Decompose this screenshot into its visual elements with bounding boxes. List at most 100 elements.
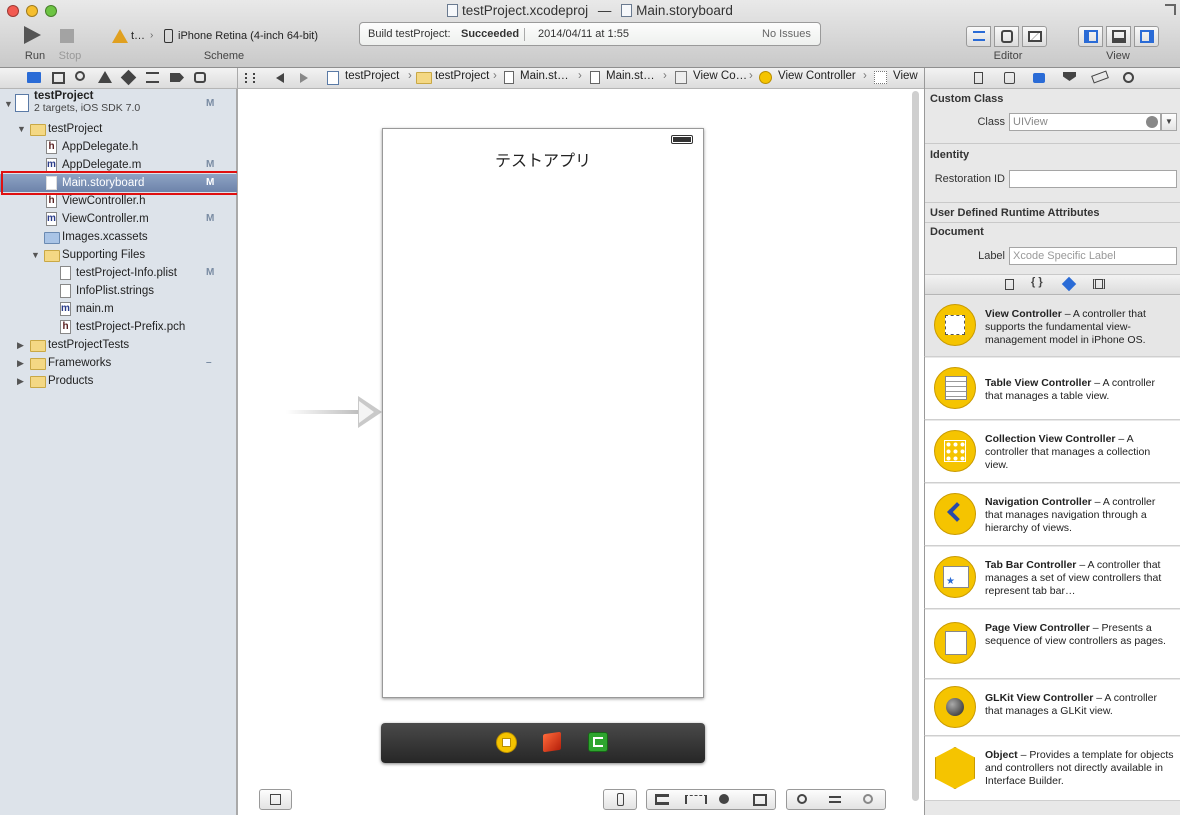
nav-row-group-testproject[interactable]: ▼ testProject — [0, 120, 237, 138]
identity-inspector-icon[interactable] — [1033, 73, 1045, 83]
document-label-field[interactable]: Xcode Specific Label — [1009, 247, 1177, 265]
restoration-id-field[interactable] — [1009, 170, 1177, 188]
jumpbar-item-storyboard[interactable]: Main.st… — [606, 70, 655, 82]
nav-row-info-plist[interactable]: testProject-Info.plist M — [0, 264, 237, 282]
scene-title-label[interactable]: テストアプリ — [383, 147, 703, 171]
nav-row-prefix-pch[interactable]: h testProject-Prefix.pch — [0, 318, 237, 336]
disclosure-open-icon[interactable]: ▼ — [4, 95, 13, 113]
toggle-utilities-button[interactable] — [1134, 26, 1159, 47]
document-outline-toggle[interactable] — [259, 789, 292, 810]
connections-inspector-icon[interactable] — [1123, 72, 1134, 83]
toggle-debug-area-button[interactable] — [1106, 26, 1131, 47]
pin-icon[interactable] — [685, 795, 707, 804]
nav-row-infoplist-strings[interactable]: InfoPlist.strings — [0, 282, 237, 300]
nav-row-testprojecttests[interactable]: ▶ testProjectTests — [0, 336, 237, 354]
nav-row-supporting-files[interactable]: ▼ Supporting Files — [0, 246, 237, 264]
exit-icon[interactable] — [588, 732, 608, 752]
library-item[interactable]: Page View Controller – Presents a sequen… — [924, 610, 1180, 679]
simulated-metrics-button[interactable] — [603, 789, 637, 810]
library-item[interactable]: Collection View Controller – A controlle… — [924, 421, 1180, 483]
nav-row-appdelegate-h[interactable]: h AppDelegate.h — [0, 138, 237, 156]
nav-row-main-m[interactable]: m main.m — [0, 300, 237, 318]
document-label-label: Label — [978, 250, 1005, 262]
library-item[interactable]: ★ Tab Bar Controller – A controller that… — [924, 547, 1180, 609]
fullscreen-icon[interactable] — [1165, 4, 1176, 15]
class-dropdown-chevron-icon[interactable]: ▼ — [1161, 113, 1177, 131]
forward-arrow-icon[interactable] — [300, 73, 308, 83]
object-library-icon[interactable] — [1061, 276, 1077, 292]
activity-status: Build testProject: Succeeded 2014/04/11 … — [359, 22, 821, 46]
implementation-file-icon: m — [46, 158, 57, 172]
status-issues[interactable]: No Issues — [762, 28, 811, 40]
view-controller-icon[interactable] — [496, 732, 517, 753]
nav-row-viewcontroller-m[interactable]: m ViewController.m M — [0, 210, 237, 228]
attributes-inspector-icon[interactable] — [1063, 72, 1076, 81]
scm-status-badge: M — [206, 267, 215, 278]
version-editor-button[interactable] — [1022, 26, 1047, 47]
nav-row-products[interactable]: ▶ Products — [0, 372, 237, 390]
media-library-icon[interactable] — [1093, 279, 1105, 289]
size-inspector-icon[interactable] — [1091, 70, 1109, 84]
jumpbar-item-view-controller[interactable]: View Controller — [778, 70, 856, 82]
disclosure-closed-icon[interactable]: ▶ — [17, 336, 24, 354]
find-navigator-icon[interactable] — [75, 71, 85, 81]
jumpbar-item-project[interactable]: testProject — [345, 70, 399, 82]
folder-icon — [30, 340, 46, 352]
zoom-fit-icon[interactable] — [829, 796, 841, 803]
scroll-thumb[interactable] — [912, 91, 919, 801]
library-item[interactable]: Table View Controller – A controller tha… — [924, 358, 1180, 420]
zoom-in-icon[interactable] — [863, 794, 873, 804]
jumpbar-item-group[interactable]: testProject — [435, 70, 489, 82]
go-to-class-icon[interactable] — [1146, 116, 1158, 128]
resizing-behavior-icon[interactable] — [753, 794, 767, 806]
nav-row-project[interactable]: ▼ testProject 2 targets, iOS SDK 7.0 M — [0, 89, 237, 119]
library-item[interactable]: View Controller – A controller that supp… — [924, 296, 1180, 357]
scheme-device[interactable]: iPhone Retina (4-inch 64-bit) — [178, 30, 318, 42]
disclosure-open-icon[interactable]: ▼ — [17, 120, 26, 138]
assistant-editor-button[interactable] — [994, 26, 1019, 47]
view-controller-scene[interactable]: テストアプリ — [382, 128, 704, 698]
restoration-id-label: Restoration ID — [934, 173, 1005, 185]
run-label: Run — [24, 50, 46, 62]
stop-icon[interactable] — [60, 29, 74, 43]
disclosure-closed-icon[interactable]: ▶ — [17, 372, 24, 390]
disclosure-closed-icon[interactable]: ▶ — [17, 354, 24, 372]
nav-row-frameworks[interactable]: ▶ Frameworks – — [0, 354, 237, 372]
issue-navigator-icon[interactable] — [98, 71, 112, 83]
canvas-scrollbar[interactable] — [910, 91, 920, 801]
library-item[interactable]: GLKit View Controller – A controller tha… — [924, 680, 1180, 736]
jumpbar-item-file[interactable]: Main.st… — [520, 70, 569, 82]
view-controller-icon — [934, 304, 976, 346]
first-responder-icon[interactable] — [543, 731, 561, 753]
file-template-icon[interactable] — [1005, 279, 1014, 290]
scm-status-badge: M — [206, 213, 215, 224]
breakpoint-navigator-icon[interactable] — [170, 73, 184, 82]
nav-row-images-xcassets[interactable]: Images.xcassets — [0, 228, 237, 246]
test-navigator-icon[interactable] — [120, 69, 137, 86]
related-items-icon[interactable] — [245, 73, 255, 83]
jumpbar-chevron-icon: › — [493, 70, 497, 82]
log-navigator-icon[interactable] — [194, 72, 206, 83]
quick-help-icon[interactable] — [1004, 72, 1015, 84]
zoom-out-icon[interactable] — [797, 794, 807, 804]
back-arrow-icon[interactable] — [276, 73, 284, 83]
scheme-target[interactable]: t… — [131, 30, 145, 42]
debug-navigator-icon[interactable] — [146, 72, 159, 83]
toggle-navigator-button[interactable] — [1078, 26, 1103, 47]
class-combo-box[interactable]: UIView — [1009, 113, 1161, 131]
initial-scene-arrow[interactable] — [286, 410, 360, 414]
jumpbar-item-scene[interactable]: View Co… — [693, 70, 747, 82]
project-navigator-icon[interactable] — [27, 72, 41, 83]
library-item[interactable]: Object – Provides a template for objects… — [924, 737, 1180, 801]
library-item[interactable]: Navigation Controller – A controller tha… — [924, 484, 1180, 546]
run-icon[interactable] — [24, 26, 41, 44]
disclosure-open-icon[interactable]: ▼ — [31, 246, 40, 264]
file-inspector-icon[interactable] — [974, 72, 983, 84]
identity-header: Identity — [930, 149, 970, 161]
standard-editor-button[interactable] — [966, 26, 991, 47]
code-snippet-icon[interactable]: { } — [1031, 276, 1043, 288]
symbol-navigator-icon[interactable] — [52, 72, 65, 84]
jumpbar-item-view[interactable]: View — [893, 70, 918, 82]
resolve-issues-icon[interactable] — [719, 794, 729, 804]
align-icon[interactable] — [655, 794, 669, 805]
